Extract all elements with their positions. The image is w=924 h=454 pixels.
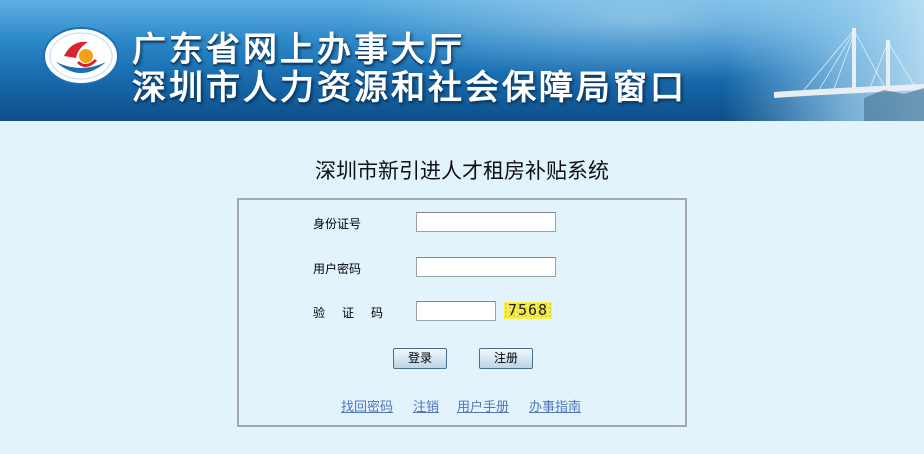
recover-password-link[interactable]: 找回密码 <box>341 396 393 415</box>
captcha-label-char: 验 <box>313 306 326 320</box>
id-number-label: 身份证号 <box>313 217 362 231</box>
login-button[interactable]: 登录 <box>393 348 447 369</box>
cancel-link[interactable]: 注销 <box>413 396 439 415</box>
user-manual-link[interactable]: 用户手册 <box>457 396 509 415</box>
captcha-image[interactable]: 7568 <box>504 302 552 319</box>
government-logo-icon <box>43 27 119 85</box>
id-number-input[interactable] <box>416 212 556 232</box>
password-input[interactable] <box>416 257 556 277</box>
register-button[interactable]: 注册 <box>479 348 533 369</box>
captcha-label-char: 码 <box>371 306 384 320</box>
captcha-input[interactable] <box>416 301 496 321</box>
captcha-label: 验证码 <box>313 304 400 321</box>
guide-link[interactable]: 办事指南 <box>529 396 581 415</box>
bridge-illustration-icon <box>774 28 924 121</box>
password-label: 用户密码 <box>313 262 362 276</box>
captcha-label-char: 证 <box>342 306 355 320</box>
login-form: 身份证号 用户密码 验 证 码 7568 登录 注册 找回密码 注销 用户手册 办事… <box>237 198 687 427</box>
header-banner: 广东省网上办事大厅 深圳市人力资源和社会保障局窗口 <box>0 0 924 121</box>
footer-links: 找回密码 注销 用户手册 办事指南 <box>239 396 685 415</box>
system-title: 深圳市新引进人才租房补贴系统 <box>315 159 609 183</box>
banner-title-line2: 深圳市人力资源和社会保障局窗口 <box>132 68 687 108</box>
